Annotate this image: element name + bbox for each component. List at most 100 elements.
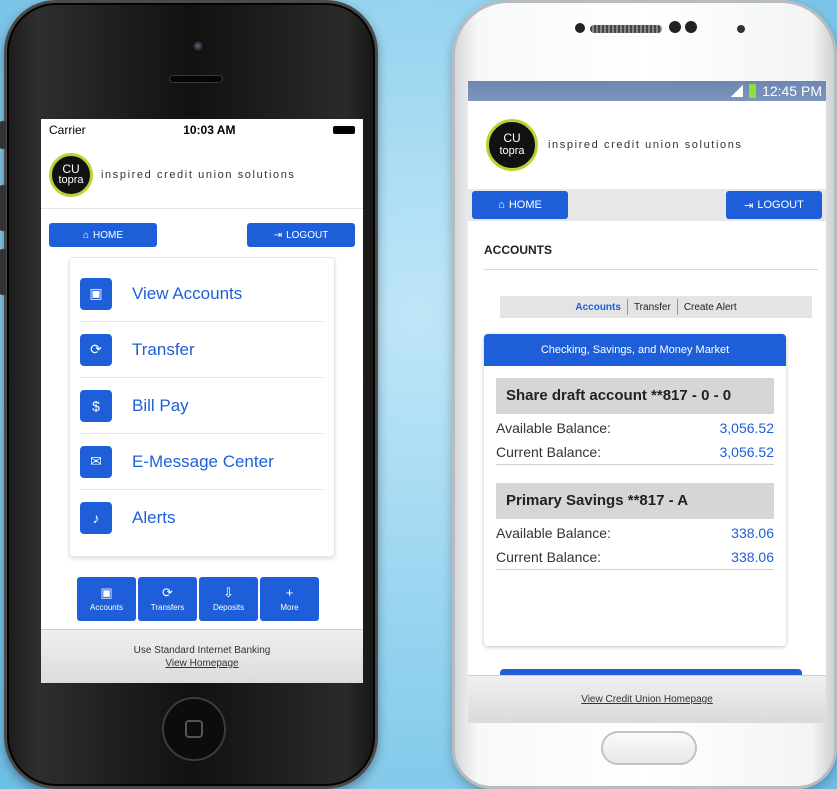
tab-transfers[interactable]: ⟳ Transfers: [138, 577, 197, 621]
status-time: 10:03 AM: [183, 123, 236, 137]
envelope-icon: ✉: [80, 445, 112, 478]
current-balance-label: Current Balance:: [496, 444, 602, 460]
briefcase-icon: ▣: [100, 585, 113, 600]
home-button[interactable]: ⌂ HOME: [472, 191, 568, 219]
earpiece-speaker: [590, 25, 662, 33]
balance-group: Available Balance: 3,056.52 Current Bala…: [496, 414, 774, 465]
menu-item-bill-pay[interactable]: $ Bill Pay: [80, 378, 324, 434]
home-icon: ⌂: [82, 229, 90, 241]
panel-title: Checking, Savings, and Money Market: [484, 334, 786, 366]
menu-item-e-message-center[interactable]: ✉ E-Message Center: [80, 434, 324, 490]
carrier-label: Carrier: [49, 123, 86, 137]
page-title: ACCOUNTS: [484, 221, 818, 270]
iphone-device: Carrier 10:03 AM CU topra inspired credi…: [0, 0, 378, 789]
deposit-icon: ⇩: [223, 585, 234, 600]
tab-accounts[interactable]: ▣ Accounts: [77, 577, 136, 621]
cu-topra-logo: CU topra: [49, 152, 93, 197]
tab-label: More: [280, 603, 299, 612]
bell-icon: ♪: [80, 502, 112, 534]
brand-tagline: inspired credit union solutions: [101, 168, 296, 181]
menu-item-alerts[interactable]: ♪ Alerts: [80, 490, 324, 546]
view-homepage-link[interactable]: View Homepage: [41, 657, 363, 670]
ios-brand-header: CU topra inspired credit union solutions: [41, 141, 363, 209]
account-name[interactable]: Primary Savings **817 - A: [496, 483, 774, 519]
battery-icon: [332, 126, 355, 134]
menu-label: Alerts: [132, 508, 176, 527]
view-credit-union-homepage-link[interactable]: View Credit Union Homepage: [468, 675, 826, 723]
current-balance-label: Current Balance:: [496, 549, 602, 565]
available-balance-row: Available Balance: 3,056.52: [496, 416, 774, 440]
logout-button[interactable]: ⇥ LOGOUT: [247, 223, 355, 247]
logout-icon: ⇥: [744, 199, 754, 212]
menu-label: Bill Pay: [132, 395, 189, 415]
briefcase-icon: ▣: [80, 277, 112, 310]
home-icon: ⌂: [498, 199, 505, 211]
logout-icon: ⇥: [273, 229, 283, 241]
logout-button-label: LOGOUT: [757, 199, 804, 211]
available-balance-label: Available Balance:: [496, 420, 611, 436]
tab-more[interactable]: + More: [260, 577, 319, 621]
ios-tab-bar: ▣ Accounts ⟳ Transfers ⇩ Deposits + More: [77, 577, 319, 621]
refresh-icon: ⟳: [162, 585, 173, 600]
standard-banking-text: Use Standard Internet Banking: [133, 645, 271, 656]
android-nav-bar: ⌂ HOME ⇥ LOGOUT: [468, 189, 826, 221]
home-button-label: HOME: [93, 229, 124, 241]
dollar-coin-icon: $: [80, 389, 112, 422]
available-balance-value: 338.06: [731, 525, 774, 541]
accounts-panel: Checking, Savings, and Money Market Shar…: [484, 334, 786, 646]
tab-deposits[interactable]: ⇩ Deposits: [199, 577, 258, 621]
ios-screen: Carrier 10:03 AM CU topra inspired credi…: [41, 119, 363, 683]
front-camera: [669, 21, 681, 33]
android-brand-header: CU topra inspired credit union solutions: [468, 101, 826, 189]
logout-button[interactable]: ⇥ LOGOUT: [726, 191, 822, 219]
account-segmented-control: Accounts Transfer Create Alert: [500, 296, 812, 318]
ios-footer: Use Standard Internet Banking View Homep…: [41, 629, 363, 683]
tab-transfer[interactable]: Transfer: [628, 302, 677, 313]
tab-accounts[interactable]: Accounts: [569, 302, 627, 313]
logout-button-label: LOGOUT: [286, 229, 329, 241]
home-button-label: HOME: [508, 199, 542, 211]
iphone-home-button[interactable]: [162, 697, 226, 761]
available-balance-row: Available Balance: 338.06: [496, 521, 774, 545]
tab-label: Accounts: [90, 603, 123, 612]
refresh-icon: ⟳: [80, 333, 112, 366]
ios-nav-row: ⌂ HOME ⇥ LOGOUT: [41, 209, 363, 247]
current-balance-value: 338.06: [731, 549, 774, 565]
tab-label: Transfers: [150, 603, 185, 612]
current-balance-value: 3,056.52: [719, 444, 775, 460]
menu-label: E-Message Center: [132, 451, 274, 471]
menu-label: Transfer: [132, 339, 195, 359]
front-camera: [193, 41, 203, 51]
available-balance-value: 3,056.52: [719, 420, 775, 436]
status-time: 12:45 PM: [762, 83, 822, 99]
sensor-dot: [575, 23, 585, 33]
android-home-key[interactable]: [601, 731, 697, 765]
menu-item-view-accounts[interactable]: ▣ View Accounts: [80, 266, 324, 322]
menu-item-transfer[interactable]: ⟳ Transfer: [80, 322, 324, 378]
balance-group: Available Balance: 338.06 Current Balanc…: [496, 519, 774, 570]
current-balance-row: Current Balance: 338.06: [496, 545, 774, 569]
brand-tagline: inspired credit union solutions: [548, 139, 743, 151]
home-button[interactable]: ⌂ HOME: [49, 223, 157, 247]
plus-icon: +: [285, 585, 294, 600]
battery-icon: [749, 84, 757, 98]
tab-label: Deposits: [212, 603, 245, 612]
volume-down-button: [0, 249, 6, 295]
current-balance-row: Current Balance: 3,056.52: [496, 440, 774, 464]
menu-label: View Accounts: [132, 283, 243, 303]
volume-up-button: [0, 185, 6, 231]
android-status-bar: 12:45 PM: [468, 81, 826, 101]
available-balance-label: Available Balance:: [496, 525, 611, 541]
tab-create-alert[interactable]: Create Alert: [678, 302, 743, 313]
ios-status-bar: Carrier 10:03 AM: [41, 119, 363, 141]
earpiece-speaker: [169, 75, 223, 83]
proximity-sensor: [685, 21, 697, 33]
cu-topra-logo: CU topra: [486, 119, 538, 171]
android-screen: 12:45 PM CU topra inspired credit union …: [468, 81, 826, 723]
mute-switch: [0, 121, 6, 149]
android-device: 12:45 PM CU topra inspired credit union …: [452, 0, 837, 789]
main-menu: ▣ View Accounts ⟳ Transfer $ Bill Pay ✉ …: [69, 257, 335, 557]
sensor-dot: [737, 25, 745, 33]
signal-icon: [731, 85, 744, 97]
account-name[interactable]: Share draft account **817 - 0 - 0: [496, 378, 774, 414]
